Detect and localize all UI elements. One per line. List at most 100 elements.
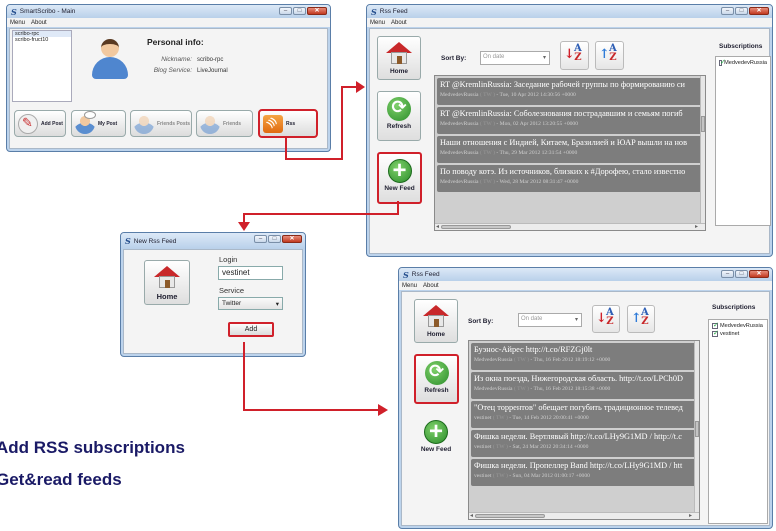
maximize-icon[interactable]: □	[268, 235, 281, 243]
vertical-scrollbar[interactable]	[694, 341, 699, 512]
menu-item-about[interactable]: About	[31, 20, 47, 26]
new-rss-feed-window: S New Rss Feed – □ ✕ Home Login vestinet…	[120, 232, 306, 357]
feed-item[interactable]: Буэнос-Айрес http://t.co/RFZGj0lt Medved…	[471, 343, 697, 370]
scroll-thumb[interactable]	[475, 514, 545, 518]
feed-author: vestinet	[474, 473, 492, 479]
scroll-right-icon[interactable]: ▸	[695, 223, 698, 230]
new-feed-window-body: Home Login vestinet Service Twitter ▾ Ad…	[123, 249, 303, 354]
person-icon	[200, 113, 220, 134]
close-icon[interactable]: ✕	[282, 235, 302, 243]
sort-select[interactable]: On date ▾	[518, 313, 582, 327]
feed-title: RT @KremlinRussia: Заседание рабочей гру…	[440, 80, 686, 89]
add-button[interactable]: Add	[228, 322, 274, 337]
sort-descending-button[interactable]: ↓ AZ	[560, 41, 589, 70]
feed-date: Tue, 10 Apr 2012 14:30:56 +0000	[499, 92, 576, 98]
feed-title: По поводу котэ. Из источников, близких к…	[440, 167, 686, 176]
feed-date: Tue, 14 Feb 2012 20:00:41 +0000	[512, 415, 589, 421]
feed-item[interactable]: По поводу котэ. Из источников, близких к…	[437, 165, 703, 192]
close-icon[interactable]: ✕	[749, 7, 769, 15]
feed-item[interactable]: Наши отношения с Индией, Китаем, Бразили…	[437, 136, 703, 163]
new-feed-window-titlebar[interactable]: S New Rss Feed – □ ✕	[121, 233, 305, 249]
rss-window-1-titlebar[interactable]: S Rss Feed – □ ✕	[367, 5, 772, 18]
subscriptions-panel[interactable]: MedvedevRussia	[715, 56, 771, 226]
maximize-icon[interactable]: □	[735, 7, 748, 15]
maximize-icon[interactable]: □	[293, 7, 306, 15]
minimize-icon[interactable]: –	[721, 270, 734, 278]
rss-window-2-body: Home Refresh New Feed Sort By: On date ▾…	[401, 291, 770, 526]
subscription-item[interactable]: MedvedevRussia	[712, 321, 764, 329]
arrow-head-icon	[356, 81, 365, 93]
scroll-right-icon[interactable]: ▸	[689, 512, 692, 519]
horizontal-scrollbar[interactable]: ◂ ▸	[435, 223, 705, 230]
friends-button[interactable]: Friends	[196, 110, 253, 137]
login-input[interactable]: vestinet	[218, 266, 283, 280]
user-list[interactable]: scribo-rpc scribo-fruct10	[12, 30, 72, 102]
rss-window-2-titlebar[interactable]: S Rss Feed – □ ✕	[399, 268, 772, 281]
feed-item[interactable]: "Отец торрентов" обещает погубить традиц…	[471, 401, 697, 428]
feed-meta: MedvedevRussia ( TW ) - Thu, 16 Feb 2012…	[474, 357, 611, 363]
friends-posts-button[interactable]: Friends Posts	[130, 110, 192, 137]
menu-item-menu[interactable]: Menu	[402, 283, 417, 289]
menu-item-about[interactable]: About	[423, 283, 439, 289]
blog-service-value: LiveJournal	[197, 68, 228, 74]
arrow-head-icon	[378, 404, 388, 416]
feed-title: RT @KremlinRussia: Соболезнования постра…	[440, 109, 683, 118]
home-button[interactable]: Home	[144, 260, 190, 305]
scroll-thumb[interactable]	[441, 225, 511, 229]
scroll-thumb[interactable]	[695, 421, 699, 437]
feed-list[interactable]: Буэнос-Айрес http://t.co/RFZGj0lt Medved…	[468, 340, 700, 520]
refresh-button[interactable]: Refresh	[414, 354, 459, 404]
home-label: Home	[156, 292, 178, 301]
close-icon[interactable]: ✕	[749, 270, 769, 278]
new-feed-button[interactable]: New Feed	[414, 414, 458, 458]
feed-item[interactable]: Фишка недели. Пропеллер Band http://t.co…	[471, 459, 697, 486]
minimize-icon[interactable]: –	[254, 235, 267, 243]
home-button[interactable]: Home	[414, 299, 458, 343]
subscription-item[interactable]: vestinet	[712, 329, 764, 337]
sort-ascending-button[interactable]: ↑ AZ	[595, 41, 624, 70]
menu-item-menu[interactable]: Menu	[10, 20, 25, 26]
minimize-icon[interactable]: –	[721, 7, 734, 15]
feed-item[interactable]: RT @KremlinRussia: Соболезнования постра…	[437, 107, 703, 134]
sort-descending-button[interactable]: ↓ AZ	[592, 305, 620, 333]
feed-item[interactable]: Фишка недели. Вертлявый http://t.co/LHy9…	[471, 430, 697, 457]
refresh-button[interactable]: Refresh	[377, 91, 421, 141]
feed-item[interactable]: Из окна поезда, Нижегородская область. h…	[471, 372, 697, 399]
feed-source: ( TW )	[492, 415, 508, 421]
minimize-icon[interactable]: –	[279, 7, 292, 15]
user-list-item[interactable]: scribo-fruct10	[13, 37, 71, 43]
subscription-checkbox[interactable]	[719, 58, 726, 66]
feed-title: "Отец торрентов" обещает погубить традиц…	[474, 403, 683, 412]
add-post-label: Add Post	[41, 120, 63, 127]
subscription-checkbox[interactable]	[712, 329, 719, 337]
menu-item-about[interactable]: About	[391, 20, 407, 26]
service-select[interactable]: Twitter ▾	[218, 297, 283, 310]
scroll-thumb[interactable]	[701, 116, 705, 132]
home-button[interactable]: Home	[377, 36, 421, 80]
sort-ascending-button[interactable]: ↑ AZ	[627, 305, 655, 333]
subscriptions-panel[interactable]: MedvedevRussia vestinet	[708, 319, 768, 524]
add-post-button[interactable]: Add Post	[14, 110, 66, 137]
scroll-left-icon[interactable]: ◂	[436, 223, 439, 230]
menu-item-menu[interactable]: Menu	[370, 20, 385, 26]
feed-meta: vestinet ( TW ) - Tue, 14 Feb 2012 20:00…	[474, 415, 589, 421]
new-feed-label: New Feed	[384, 185, 415, 192]
close-icon[interactable]: ✕	[307, 7, 327, 15]
sort-select[interactable]: On date ▾	[480, 51, 550, 65]
feed-item[interactable]: RT @KremlinRussia: Заседание рабочей гру…	[437, 78, 703, 105]
horizontal-scrollbar[interactable]: ◂ ▸	[469, 512, 699, 519]
feed-meta: MedvedevRussia ( TW ) - Tue, 10 Apr 2012…	[440, 92, 576, 98]
feed-list[interactable]: RT @KremlinRussia: Заседание рабочей гру…	[434, 75, 706, 231]
feed-author: MedvedevRussia	[440, 92, 479, 98]
friends-icon	[134, 113, 154, 134]
scroll-left-icon[interactable]: ◂	[470, 512, 473, 519]
vertical-scrollbar[interactable]	[700, 76, 705, 223]
home-label: Home	[389, 68, 409, 75]
rss-button[interactable]: Rss	[258, 109, 318, 138]
maximize-icon[interactable]: □	[735, 270, 748, 278]
user-avatar	[92, 39, 128, 79]
main-window-titlebar[interactable]: S SmartScribo - Main – □ ✕	[7, 5, 330, 18]
subscription-item[interactable]: MedvedevRussia	[719, 58, 767, 66]
my-post-button[interactable]: My Post	[71, 110, 126, 137]
new-feed-button[interactable]: New Feed	[377, 152, 422, 204]
